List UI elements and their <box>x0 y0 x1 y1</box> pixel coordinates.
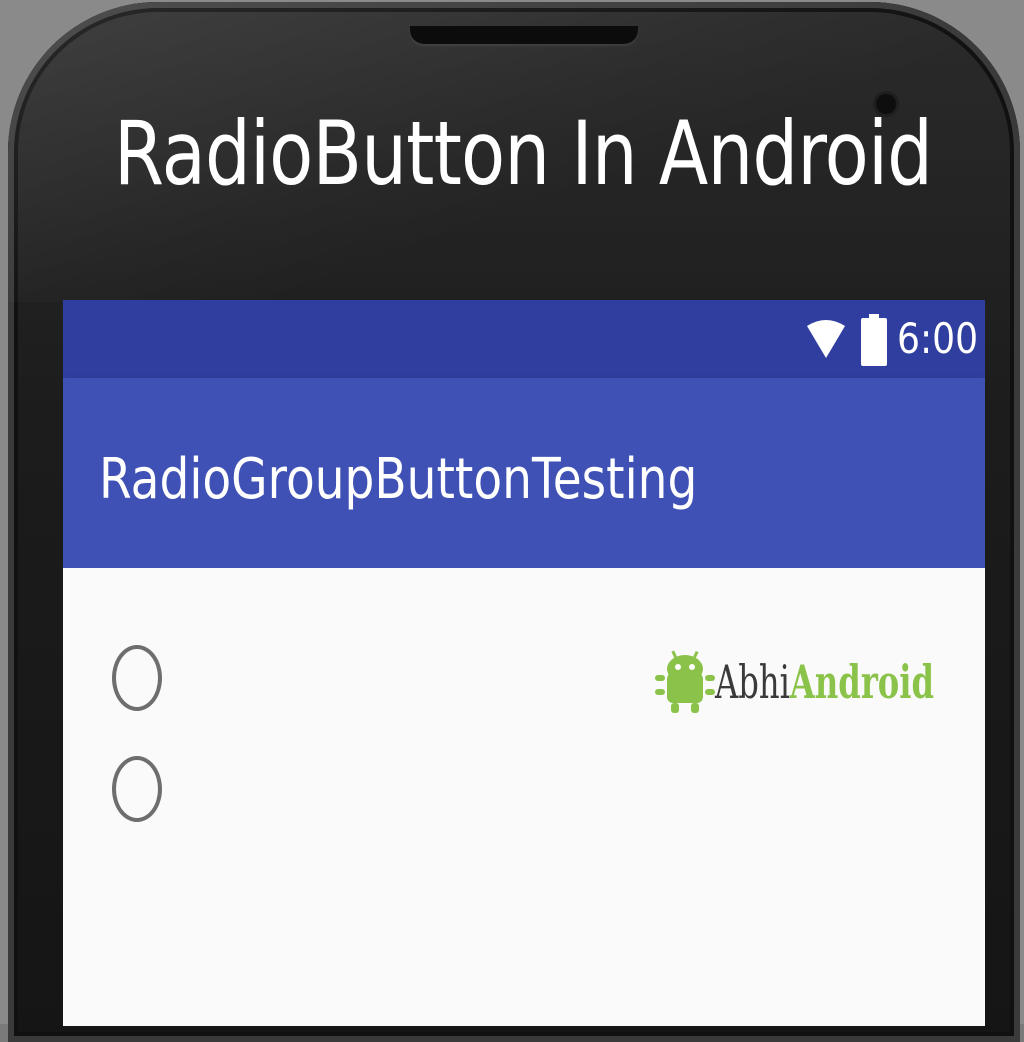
app-bar-title: RadioGroupButtonTesting <box>99 447 698 512</box>
wifi-icon <box>807 320 845 358</box>
status-time: 6:00 <box>897 314 979 363</box>
logo-text-abhi: Abhi <box>715 655 790 709</box>
status-bar: 6:00 <box>63 300 985 378</box>
android-bug-icon <box>655 650 715 713</box>
content-area <box>63 568 985 1026</box>
radio-button-1[interactable] <box>112 645 162 711</box>
phone-frame: RadioButton In Android 6:00 RadioGroupBu… <box>8 2 1020 1042</box>
logo-text-android: Android <box>789 655 935 709</box>
radio-button-2[interactable] <box>112 756 162 822</box>
speaker-grille <box>410 26 638 44</box>
abhiandroid-logo: AbhiAndroid <box>653 647 934 727</box>
battery-icon <box>861 314 887 366</box>
page-headline: RadioButton In Android <box>113 102 933 205</box>
logo-text: AbhiAndroid <box>715 655 934 709</box>
